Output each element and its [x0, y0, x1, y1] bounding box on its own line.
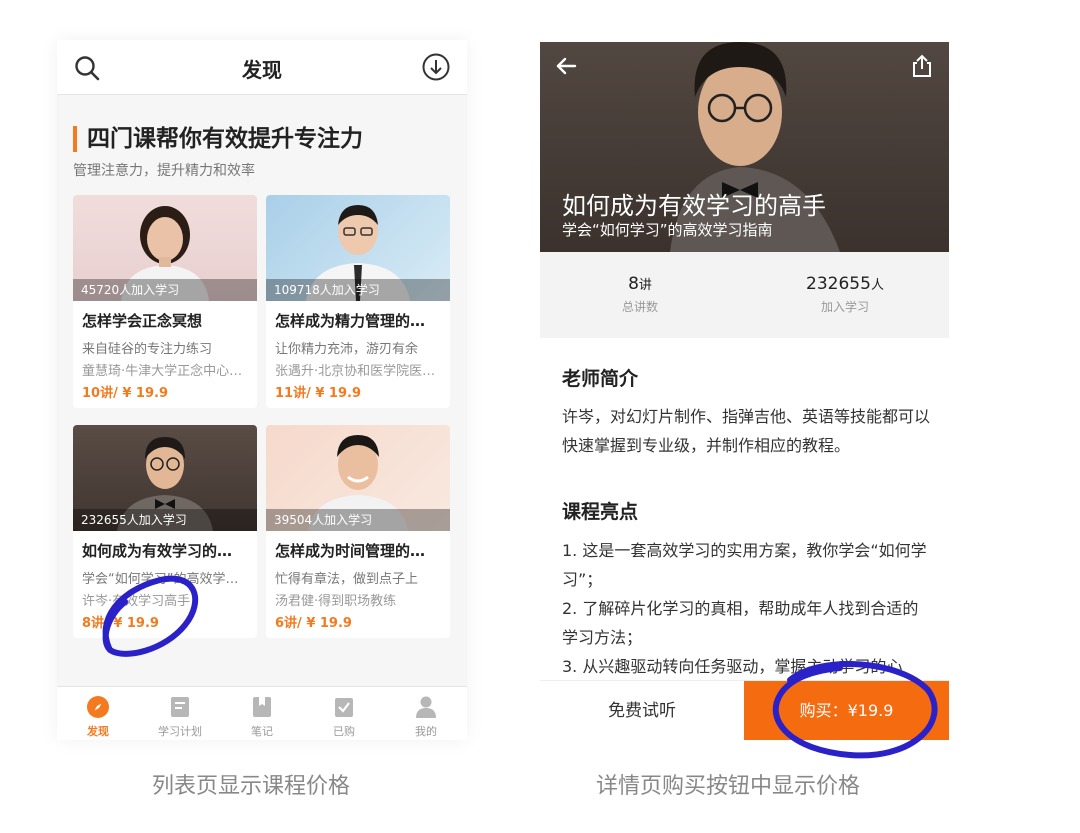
highlight-item: 1. 这是一套高效学习的实用方案，教你学会“如何学习”；	[562, 541, 927, 589]
tab-label: 已购	[333, 725, 355, 738]
course-author: 汤君健·得到职场教练	[275, 594, 397, 609]
document-icon	[171, 697, 189, 717]
stat-learners: 232655人 加入学习	[745, 274, 945, 315]
tab-label: 发现	[87, 725, 109, 738]
course-title: 怎样学会正念冥想	[82, 312, 203, 330]
learner-count: 232655人加入学习	[73, 509, 257, 531]
course-photo: 109718人加入学习	[266, 195, 450, 301]
course-stats: 8讲 总讲数 232655人 加入学习	[540, 252, 949, 338]
stat-lectures: 8讲 总讲数	[540, 274, 740, 315]
course-price: 10讲/ ¥ 19.9	[82, 386, 169, 401]
course-detail-screen: 如何成为有效学习的高手 学会“如何学习”的高效学习指南 8讲 总讲数 23265…	[540, 42, 949, 740]
course-subtitle: 学会“如何学习”的高效学习指南	[562, 221, 773, 239]
stat-label: 加入学习	[820, 300, 869, 314]
bookmark-icon	[253, 697, 271, 717]
teacher-heading: 老师简介	[562, 368, 639, 390]
tab-notes[interactable]: 笔记	[221, 687, 303, 740]
course-title: 如何成为有效学习的高手	[562, 192, 826, 220]
compass-icon	[87, 696, 109, 718]
course-card[interactable]: 45720人加入学习 怎样学会正念冥想 来自硅谷的专注力练习 童慧琦·牛津大学正…	[73, 195, 257, 408]
course-hero: 如何成为有效学习的高手 学会“如何学习”的高效学习指南	[540, 42, 949, 252]
course-title: 怎样成为精力管理的…	[275, 312, 426, 330]
learner-count: 45720人加入学习	[73, 279, 257, 301]
learner-count: 39504人加入学习	[266, 509, 450, 531]
tab-label: 笔记	[251, 725, 273, 738]
course-subtitle: 学会“如何学习”的高效学…	[82, 572, 239, 587]
page-title: 发现	[242, 58, 282, 82]
stat-unit: 讲	[638, 278, 652, 293]
course-card[interactable]: 109718人加入学习 怎样成为精力管理的… 让你精力充沛，游刃有余 张遇升·北…	[266, 195, 450, 408]
download-icon[interactable]	[421, 52, 451, 82]
check-clipboard-icon	[335, 698, 353, 717]
tab-discover[interactable]: 发现	[57, 687, 139, 740]
back-arrow-icon[interactable]	[554, 54, 578, 78]
caption-right: 详情页购买按钮中显示价格	[596, 774, 861, 799]
tab-label: 我的	[415, 725, 437, 738]
course-title: 怎样成为时间管理的…	[275, 542, 426, 560]
top-bar: 发现	[57, 40, 467, 95]
bottom-tab-bar: 发现 学习计划 笔记 已购 我的	[57, 686, 467, 740]
stat-label: 总讲数	[621, 300, 658, 314]
stat-value: 232655	[806, 274, 871, 294]
course-author: 张遇升·北京协和医学院医…	[275, 364, 436, 379]
course-price: 11讲/ ¥ 19.9	[275, 386, 362, 401]
course-price: 8讲/ ¥ 19.9	[82, 616, 159, 631]
free-trial-button[interactable]: 免费试听	[540, 681, 744, 740]
highlight-item: 3. 从兴趣驱动转向任务驱动，掌握主动学习的心	[562, 657, 903, 676]
course-subtitle: 让你精力充沛，游刃有余	[275, 342, 419, 357]
caption-left: 列表页显示课程价格	[152, 774, 351, 799]
tab-label: 学习计划	[158, 725, 202, 738]
teacher-intro: 许岑，对幻灯片制作、指弹吉他、英语等技能都可以快速掌握到专业级，并制作相应的教程…	[562, 407, 931, 455]
highlight-item: 2. 了解碎片化学习的真相，帮助成年人找到合适的学习方法；	[562, 599, 919, 647]
course-photo: 39504人加入学习	[266, 425, 450, 531]
course-price: 6讲/ ¥ 19.9	[275, 616, 352, 631]
course-subtitle: 忙得有章法，做到点子上	[275, 572, 419, 587]
stat-value: 8	[628, 274, 639, 294]
buy-button[interactable]: 购买：¥19.9	[744, 681, 949, 740]
person-icon	[416, 696, 436, 718]
course-photo: 232655人加入学习	[73, 425, 257, 531]
share-icon[interactable]	[911, 54, 933, 78]
course-subtitle: 来自硅谷的专注力练习	[82, 342, 213, 357]
section-subtitle: 管理注意力，提升精力和效率	[73, 163, 255, 179]
section-title: 四门课帮你有效提升专注力	[73, 126, 363, 152]
course-card[interactable]: 232655人加入学习 如何成为有效学习的… 学会“如何学习”的高效学… 许岑·…	[73, 425, 257, 638]
tab-purchased[interactable]: 已购	[303, 687, 385, 740]
course-author: 许岑·有效学习高手	[82, 594, 191, 609]
course-author: 童慧琦·牛津大学正念中心…	[82, 364, 243, 379]
course-description: 老师简介 许岑，对幻灯片制作、指弹吉他、英语等技能都可以快速掌握到专业级，并制作…	[540, 338, 949, 680]
course-card[interactable]: 39504人加入学习 怎样成为时间管理的… 忙得有章法，做到点子上 汤君健·得到…	[266, 425, 450, 638]
learner-count: 109718人加入学习	[266, 279, 450, 301]
stat-unit: 人	[870, 278, 884, 293]
purchase-bar: 免费试听 购买：¥19.9	[540, 680, 949, 740]
course-photo: 45720人加入学习	[73, 195, 257, 301]
tab-me[interactable]: 我的	[385, 687, 467, 740]
tab-study-plan[interactable]: 学习计划	[139, 687, 221, 740]
course-title: 如何成为有效学习的…	[82, 542, 233, 560]
highlights-heading: 课程亮点	[562, 501, 639, 523]
discover-screen: 发现 四门课帮你有效提升专注力 管理注意力，提升精力和效率 45720人加入学习…	[57, 40, 467, 740]
